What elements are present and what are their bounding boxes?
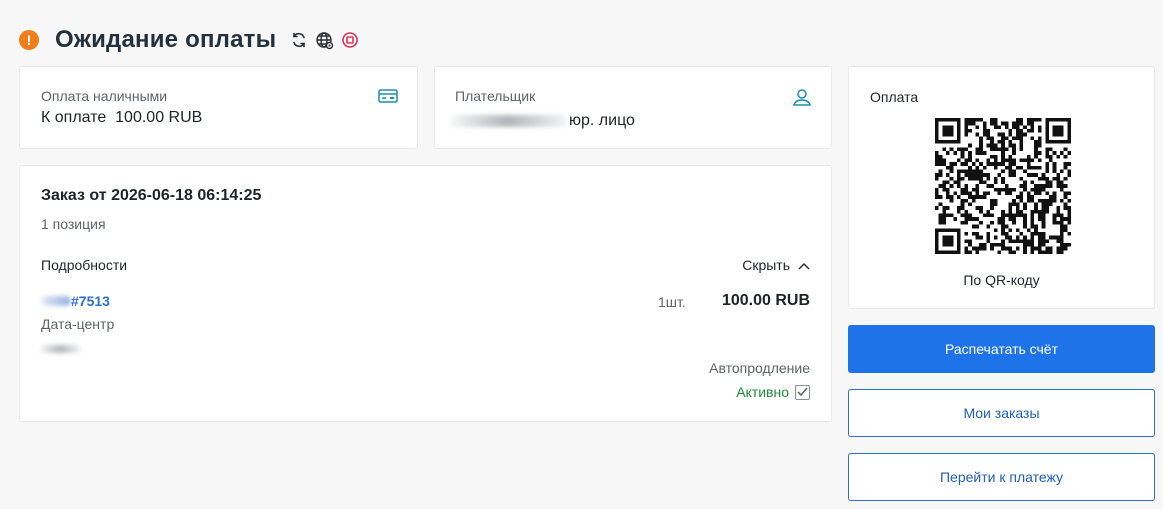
hide-details-label: Скрыть bbox=[742, 257, 790, 273]
credit-card-icon bbox=[378, 88, 398, 109]
payer-name: юр. лицо bbox=[449, 112, 635, 130]
print-invoice-button[interactable]: Распечатать счёт bbox=[848, 325, 1155, 373]
hide-details-toggle[interactable]: Скрыть bbox=[742, 257, 810, 273]
page-title: Ожидание оплаты bbox=[55, 26, 277, 53]
warning-icon: ! bbox=[19, 30, 39, 50]
payer-type: юр. лицо bbox=[569, 112, 635, 129]
qr-caption: По QR-коду bbox=[963, 272, 1040, 288]
redacted-item-name bbox=[41, 296, 71, 306]
amount-due: К оплате 100.00 RUB bbox=[41, 109, 203, 126]
order-item-id: #7513 bbox=[71, 293, 110, 309]
order-item-link[interactable]: #7513 bbox=[41, 293, 110, 309]
stop-icon[interactable] bbox=[341, 31, 359, 49]
refresh-icon[interactable] bbox=[290, 31, 308, 49]
chevron-up-icon bbox=[798, 257, 810, 273]
payment-method-label: Оплата наличными bbox=[41, 88, 168, 104]
autorenew-status-text: Активно bbox=[736, 384, 789, 400]
title-actions bbox=[290, 31, 359, 50]
page-header: ! Ожидание оплаты bbox=[19, 25, 359, 55]
order-card: Заказ от 2026-06-18 06:14:25 1 позиция П… bbox=[19, 165, 832, 422]
order-item-quantity: 1шт. bbox=[658, 294, 686, 310]
redacted-item-details bbox=[39, 340, 81, 358]
order-item-price: 100.00 RUB bbox=[721, 292, 810, 309]
order-item-location: Дата-центр bbox=[41, 316, 115, 332]
my-orders-button[interactable]: Мои заказы bbox=[848, 389, 1155, 437]
qr-card-label: Оплата bbox=[870, 89, 919, 105]
payer-label: Плательщик bbox=[455, 88, 536, 104]
qr-payment-card: Оплата По QR-коду bbox=[848, 66, 1155, 309]
autorenew-checkbox[interactable] bbox=[795, 384, 810, 400]
payment-method-card: Оплата наличными К оплате 100.00 RUB bbox=[19, 66, 418, 149]
order-title: Заказ от 2026-06-18 06:14:25 bbox=[41, 187, 262, 204]
order-item-count: 1 позиция bbox=[41, 216, 106, 232]
qr-code bbox=[935, 118, 1071, 254]
redacted-payer-name bbox=[449, 115, 567, 127]
go-to-payment-button[interactable]: Перейти к платежу bbox=[848, 453, 1155, 501]
globe-icon[interactable] bbox=[315, 31, 334, 50]
payer-card: Плательщик юр. лицо bbox=[434, 66, 832, 149]
details-label: Подробности bbox=[41, 257, 128, 273]
autorenew-label: Автопродление bbox=[709, 360, 810, 376]
autorenew-status: Активно bbox=[736, 384, 810, 400]
user-icon bbox=[792, 87, 812, 112]
